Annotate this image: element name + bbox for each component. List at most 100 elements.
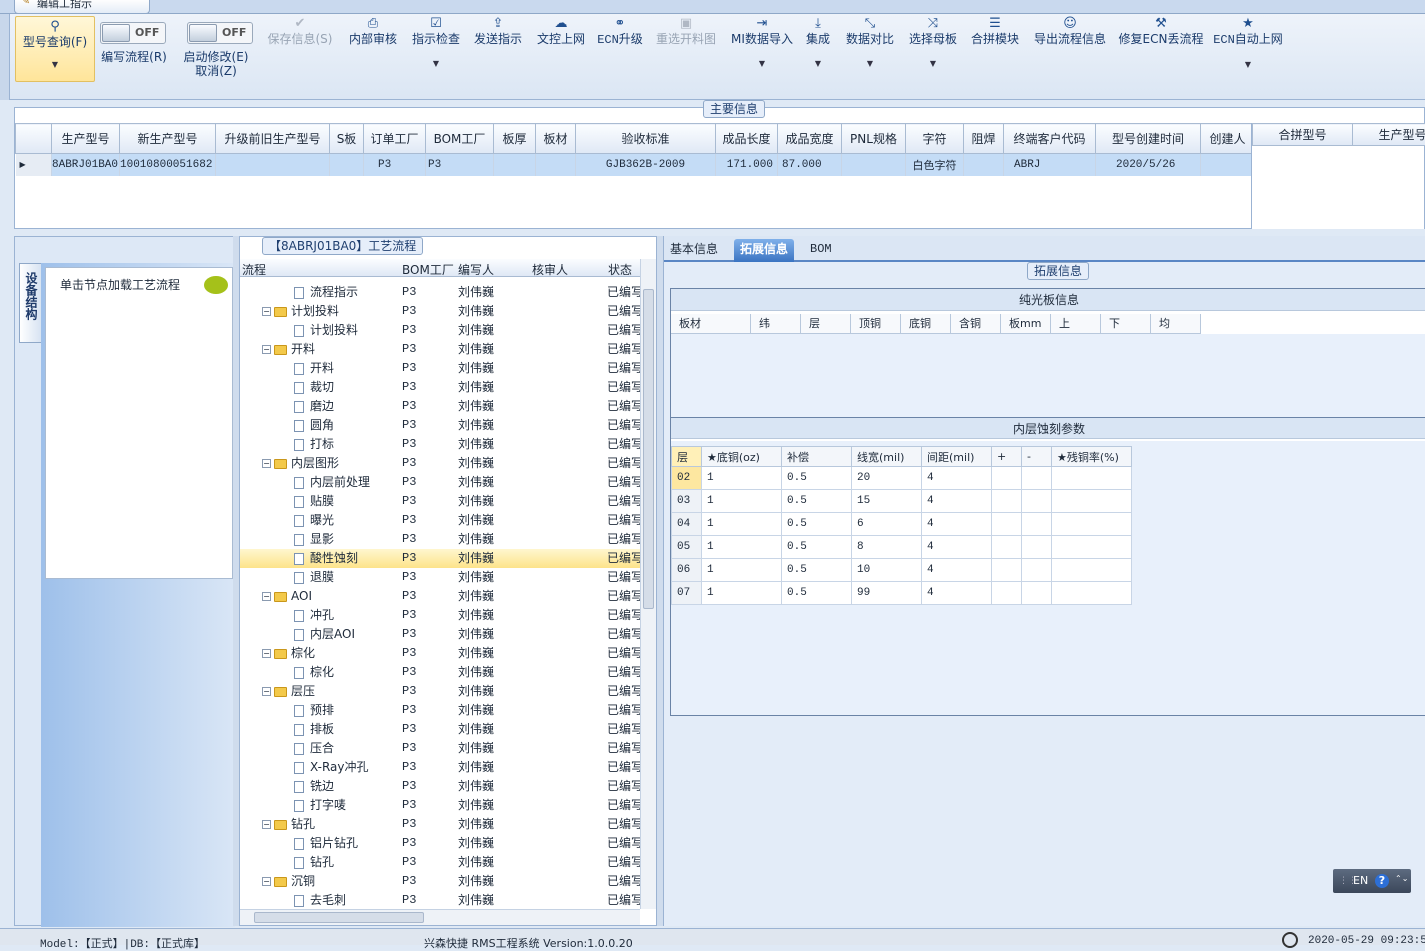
etch-cell[interactable] xyxy=(1052,490,1132,513)
etch-cell[interactable] xyxy=(992,582,1022,605)
etch-col[interactable]: 线宽(mil) xyxy=(852,447,922,467)
tree-row[interactable]: 曝光P3刘伟巍已编写 xyxy=(240,511,640,530)
etch-cell[interactable]: 4 xyxy=(922,559,992,582)
collapse-icon[interactable]: − xyxy=(262,592,271,601)
col-order-factory[interactable]: 订单工厂 xyxy=(364,124,426,154)
light-board-col[interactable]: 底铜 xyxy=(901,314,951,334)
etch-cell[interactable]: 0.5 xyxy=(782,467,852,490)
tree-node[interactable]: −棕化 xyxy=(262,644,315,663)
language-indicator[interactable]: ⋮⋮ EN ? ⌃⌄ xyxy=(1333,869,1411,893)
col-new-model[interactable]: 新生产型号 xyxy=(120,124,216,154)
tree-node[interactable]: 退膜 xyxy=(294,568,334,587)
tree-vertical-scrollbar[interactable] xyxy=(640,259,656,909)
etch-cell[interactable]: 6 xyxy=(852,513,922,536)
document-tab[interactable]: ✎ 编辑工指示 xyxy=(14,0,150,14)
collapse-icon[interactable]: − xyxy=(262,307,271,316)
tree-row[interactable]: 钻孔P3刘伟巍已编写 xyxy=(240,853,640,872)
etch-col[interactable]: ★底铜(oz) xyxy=(702,447,782,467)
doc-control-online-button[interactable]: ☁ 文控上网 xyxy=(534,14,588,94)
tree-node[interactable]: X-Ray冲孔 xyxy=(294,758,368,777)
etch-col[interactable]: - xyxy=(1022,447,1052,467)
etch-cell[interactable] xyxy=(992,490,1022,513)
etch-cell[interactable]: 0.5 xyxy=(782,536,852,559)
col-status[interactable]: 状态 xyxy=(608,261,632,278)
collapse-icon[interactable]: − xyxy=(262,877,271,886)
tree-row[interactable]: −计划投料P3刘伟巍已编写 xyxy=(240,302,640,321)
tree-node[interactable]: −沉铜 xyxy=(262,872,315,891)
repair-ecn-flow-button[interactable]: ⚒ 修复ECN丢流程 xyxy=(1116,14,1206,94)
light-board-col[interactable]: 均 xyxy=(1151,314,1201,334)
tree-node[interactable]: 流程指示 xyxy=(294,283,358,302)
etch-cell[interactable]: 06 xyxy=(672,559,702,582)
etch-cell[interactable]: 8 xyxy=(852,536,922,559)
tree-row[interactable]: 开料P3刘伟巍已编写 xyxy=(240,359,640,378)
col-old-model[interactable]: 升级前旧生产型号 xyxy=(216,124,330,154)
tree-row[interactable]: 贴膜P3刘伟巍已编写 xyxy=(240,492,640,511)
tree-row[interactable]: 显影P3刘伟巍已编写 xyxy=(240,530,640,549)
etch-row[interactable]: 0710.5994 xyxy=(672,582,1132,605)
merge-module-button[interactable]: ☰ 合拼模块 xyxy=(968,14,1022,94)
etch-row[interactable]: 0610.5104 xyxy=(672,559,1132,582)
tree-row[interactable]: 棕化P3刘伟巍已编写 xyxy=(240,663,640,682)
tree-node[interactable]: 内层AOI xyxy=(294,625,355,644)
etch-cell[interactable] xyxy=(1052,559,1132,582)
etch-cell[interactable]: 1 xyxy=(702,467,782,490)
collapse-icon[interactable]: − xyxy=(262,459,271,468)
send-instruction-button[interactable]: ⇪ 发送指示 xyxy=(471,14,525,94)
etch-cell[interactable] xyxy=(992,559,1022,582)
etch-cell[interactable]: 03 xyxy=(672,490,702,513)
tree-node[interactable]: 钻孔 xyxy=(294,853,334,872)
col-bom-factory[interactable]: BOM工厂 xyxy=(402,261,454,278)
tree-row[interactable]: 内层前处理P3刘伟巍已编写 xyxy=(240,473,640,492)
ecn-auto-online-button[interactable]: ★ ECN自动上网 ▼ xyxy=(1212,14,1284,94)
etch-cell[interactable]: 0.5 xyxy=(782,513,852,536)
tree-row[interactable]: 铣边P3刘伟巍已编写 xyxy=(240,777,640,796)
etch-cell[interactable]: 4 xyxy=(922,536,992,559)
etch-cell[interactable] xyxy=(1022,467,1052,490)
tree-row[interactable]: X-Ray冲孔P3刘伟巍已编写 xyxy=(240,758,640,777)
light-board-col[interactable]: 板mm xyxy=(1001,314,1051,334)
col-solder[interactable]: 阻焊 xyxy=(964,124,1004,154)
col-thickness[interactable]: 板厚 xyxy=(494,124,536,154)
tree-node[interactable]: 压合 xyxy=(294,739,334,758)
tree-row[interactable]: 计划投料P3刘伟巍已编写 xyxy=(240,321,640,340)
etch-cell[interactable]: 1 xyxy=(702,559,782,582)
tree-row[interactable]: 磨边P3刘伟巍已编写 xyxy=(240,397,640,416)
etch-row[interactable]: 0310.5154 xyxy=(672,490,1132,513)
col-reviewer[interactable]: 核审人 xyxy=(532,261,568,278)
etch-cell[interactable]: 07 xyxy=(672,582,702,605)
etch-cell[interactable] xyxy=(1022,559,1052,582)
etch-col[interactable]: 层 xyxy=(672,447,702,467)
tree-node[interactable]: 排板 xyxy=(294,720,334,739)
collapse-icon[interactable]: − xyxy=(262,687,271,696)
etch-row[interactable]: 0410.564 xyxy=(672,513,1132,536)
start-modify-button[interactable]: 启动修改(E) 取消(Z) xyxy=(180,50,252,84)
tree-node[interactable]: −计划投料 xyxy=(262,302,339,321)
equipment-structure-tab[interactable]: 设备结构 xyxy=(19,263,41,343)
etch-cell[interactable] xyxy=(992,513,1022,536)
etch-cell[interactable]: 10 xyxy=(852,559,922,582)
scroll-thumb[interactable] xyxy=(643,289,654,609)
etch-cell[interactable]: 1 xyxy=(702,513,782,536)
collapse-icon[interactable]: − xyxy=(262,820,271,829)
tree-node[interactable]: 计划投料 xyxy=(294,321,358,340)
tree-node[interactable]: −钻孔 xyxy=(262,815,315,834)
col-merge-model[interactable]: 合拼型号 xyxy=(1253,124,1353,146)
col-writer[interactable]: 编写人 xyxy=(458,261,494,278)
tree-horizontal-scrollbar[interactable] xyxy=(240,909,640,925)
etch-cell[interactable] xyxy=(1022,513,1052,536)
tree-row[interactable]: 预排P3刘伟巍已编写 xyxy=(240,701,640,720)
col-created-time[interactable]: 型号创建时间 xyxy=(1096,124,1201,154)
tree-row[interactable]: −AOIP3刘伟巍已编写 xyxy=(240,587,640,606)
etch-cell[interactable]: 0.5 xyxy=(782,490,852,513)
tree-node[interactable]: 圆角 xyxy=(294,416,334,435)
tree-row[interactable]: 铝片钻孔P3刘伟巍已编写 xyxy=(240,834,640,853)
tree-row[interactable]: −内层图形P3刘伟巍已编写 xyxy=(240,454,640,473)
tree-node[interactable]: 显影 xyxy=(294,530,334,549)
col-bom-factory[interactable]: BOM工厂 xyxy=(426,124,494,154)
col-customer[interactable]: 终端客户代码 xyxy=(1004,124,1096,154)
etch-cell[interactable] xyxy=(992,536,1022,559)
tree-node[interactable]: 内层前处理 xyxy=(294,473,370,492)
instruction-check-button[interactable]: ☑ 指示检查 ▼ xyxy=(408,14,464,94)
tree-row[interactable]: 排板P3刘伟巍已编写 xyxy=(240,720,640,739)
